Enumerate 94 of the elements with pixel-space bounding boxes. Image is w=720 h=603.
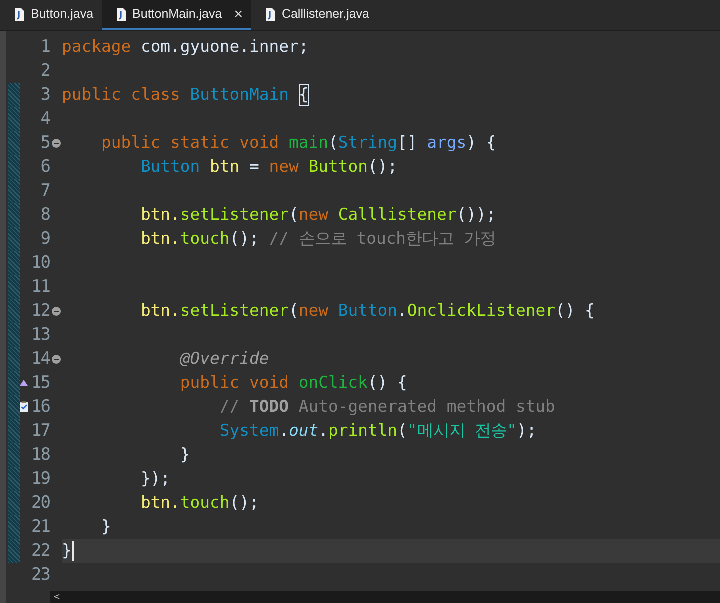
code-token: new bbox=[298, 204, 328, 226]
code-token: @Override bbox=[179, 348, 270, 370]
code-token: Button bbox=[337, 300, 398, 322]
code-token: out bbox=[288, 420, 319, 442]
code-token: Calllistener bbox=[337, 204, 457, 226]
code-token: OnclickListener bbox=[407, 300, 556, 322]
code-token: btn bbox=[209, 156, 240, 178]
line-number: 17 bbox=[30, 421, 50, 441]
line-number: 9 bbox=[40, 229, 50, 249]
line-number: 16 bbox=[30, 397, 50, 417]
code-token: () { bbox=[555, 300, 595, 322]
editor-tab[interactable]: ButtonMain.java × bbox=[102, 0, 251, 30]
code-token: touch bbox=[180, 228, 230, 250]
line-number: 13 bbox=[30, 325, 50, 345]
code-token: ( bbox=[328, 132, 338, 154]
code-token: [] bbox=[398, 132, 418, 154]
code-token: TODO bbox=[250, 396, 289, 418]
code-token: args bbox=[426, 132, 467, 154]
line-number: 6 bbox=[40, 157, 50, 177]
code-token: new bbox=[268, 156, 299, 178]
line-number: 8 bbox=[40, 205, 50, 225]
code-token: ( bbox=[288, 300, 299, 322]
line-number: 15 bbox=[30, 373, 50, 393]
code-token: . bbox=[398, 300, 408, 322]
line-number: 7 bbox=[40, 181, 50, 201]
code-token: btn. bbox=[140, 204, 180, 226]
code-token: } bbox=[100, 516, 112, 538]
code-token: ()); bbox=[456, 204, 496, 226]
code-token: setListener bbox=[180, 300, 289, 322]
scroll-left-arrow[interactable]: < bbox=[50, 592, 60, 602]
code-token: . bbox=[318, 420, 328, 442]
code-token: btn. bbox=[140, 492, 180, 514]
close-icon[interactable]: × bbox=[234, 6, 243, 22]
editor-tab[interactable]: Button.java bbox=[0, 0, 102, 30]
code-token: Auto-generated method stub bbox=[298, 396, 556, 418]
code-token: com.gyuone.inner; bbox=[140, 36, 309, 58]
code-token: (); bbox=[368, 156, 398, 178]
collapse-icon[interactable] bbox=[52, 138, 60, 148]
code-token: = bbox=[248, 156, 260, 178]
code-token: // bbox=[218, 396, 241, 418]
code-token: public class bbox=[62, 84, 180, 106]
code-token: onClick bbox=[298, 372, 368, 394]
code-token: ) { bbox=[466, 132, 496, 154]
line-number: 20 bbox=[30, 493, 50, 513]
editor-tab[interactable]: Calllistener.java bbox=[250, 0, 378, 30]
line-number: 14 bbox=[30, 349, 50, 369]
code-token: public static void bbox=[100, 132, 280, 154]
line-number: 5 bbox=[40, 133, 50, 153]
text-cursor bbox=[72, 541, 74, 561]
java-file-icon bbox=[264, 8, 276, 20]
code-token: main bbox=[288, 132, 328, 154]
code-token: btn. bbox=[140, 228, 180, 250]
code-token: } bbox=[62, 540, 72, 562]
line-number: 19 bbox=[30, 469, 50, 489]
code-token: println bbox=[328, 420, 398, 442]
code-token: touch bbox=[180, 492, 230, 514]
line-number: 10 bbox=[30, 253, 50, 273]
line-number: 21 bbox=[30, 517, 50, 537]
line-number: 1 bbox=[40, 37, 50, 57]
collapse-icon[interactable] bbox=[52, 354, 60, 364]
code-token: new bbox=[298, 300, 328, 322]
line-number: 11 bbox=[30, 277, 50, 297]
line-number: 12 bbox=[30, 301, 50, 321]
code-token: "메시지 전송" bbox=[407, 420, 518, 442]
code-token: package bbox=[62, 36, 132, 58]
code-token: Button bbox=[140, 156, 200, 178]
java-file-icon bbox=[116, 8, 127, 20]
code-token: btn. bbox=[140, 300, 180, 322]
line-number: 23 bbox=[30, 565, 50, 585]
line-number: 2 bbox=[40, 61, 50, 81]
code-token: ButtonMain bbox=[189, 84, 290, 106]
code-token: (); bbox=[230, 492, 260, 514]
line-number: 3 bbox=[40, 85, 50, 105]
code-token: // 손으로 touch한다고 가정 bbox=[268, 228, 496, 250]
horizontal-scrollbar[interactable]: < bbox=[50, 591, 720, 603]
code-token: setListener bbox=[180, 204, 289, 226]
code-token: }); bbox=[140, 468, 171, 490]
line-number: 18 bbox=[30, 445, 50, 465]
line-number: 22 bbox=[30, 541, 50, 561]
code-token: . bbox=[279, 420, 289, 442]
code-token: () { bbox=[368, 372, 408, 394]
code-token: ( bbox=[288, 204, 299, 226]
matched-bracket: { bbox=[298, 84, 309, 106]
line-number: 4 bbox=[40, 109, 50, 129]
collapse-icon[interactable] bbox=[52, 306, 60, 316]
code-token: System bbox=[218, 420, 280, 442]
code-token: } bbox=[179, 444, 190, 466]
code-token: ( bbox=[398, 420, 408, 442]
code-token: public void bbox=[179, 372, 289, 394]
code-token: ); bbox=[517, 420, 537, 442]
code-token: String bbox=[338, 132, 398, 154]
java-file-icon bbox=[14, 8, 25, 20]
code-token: (); bbox=[230, 228, 260, 250]
code-token: Button bbox=[308, 156, 368, 178]
